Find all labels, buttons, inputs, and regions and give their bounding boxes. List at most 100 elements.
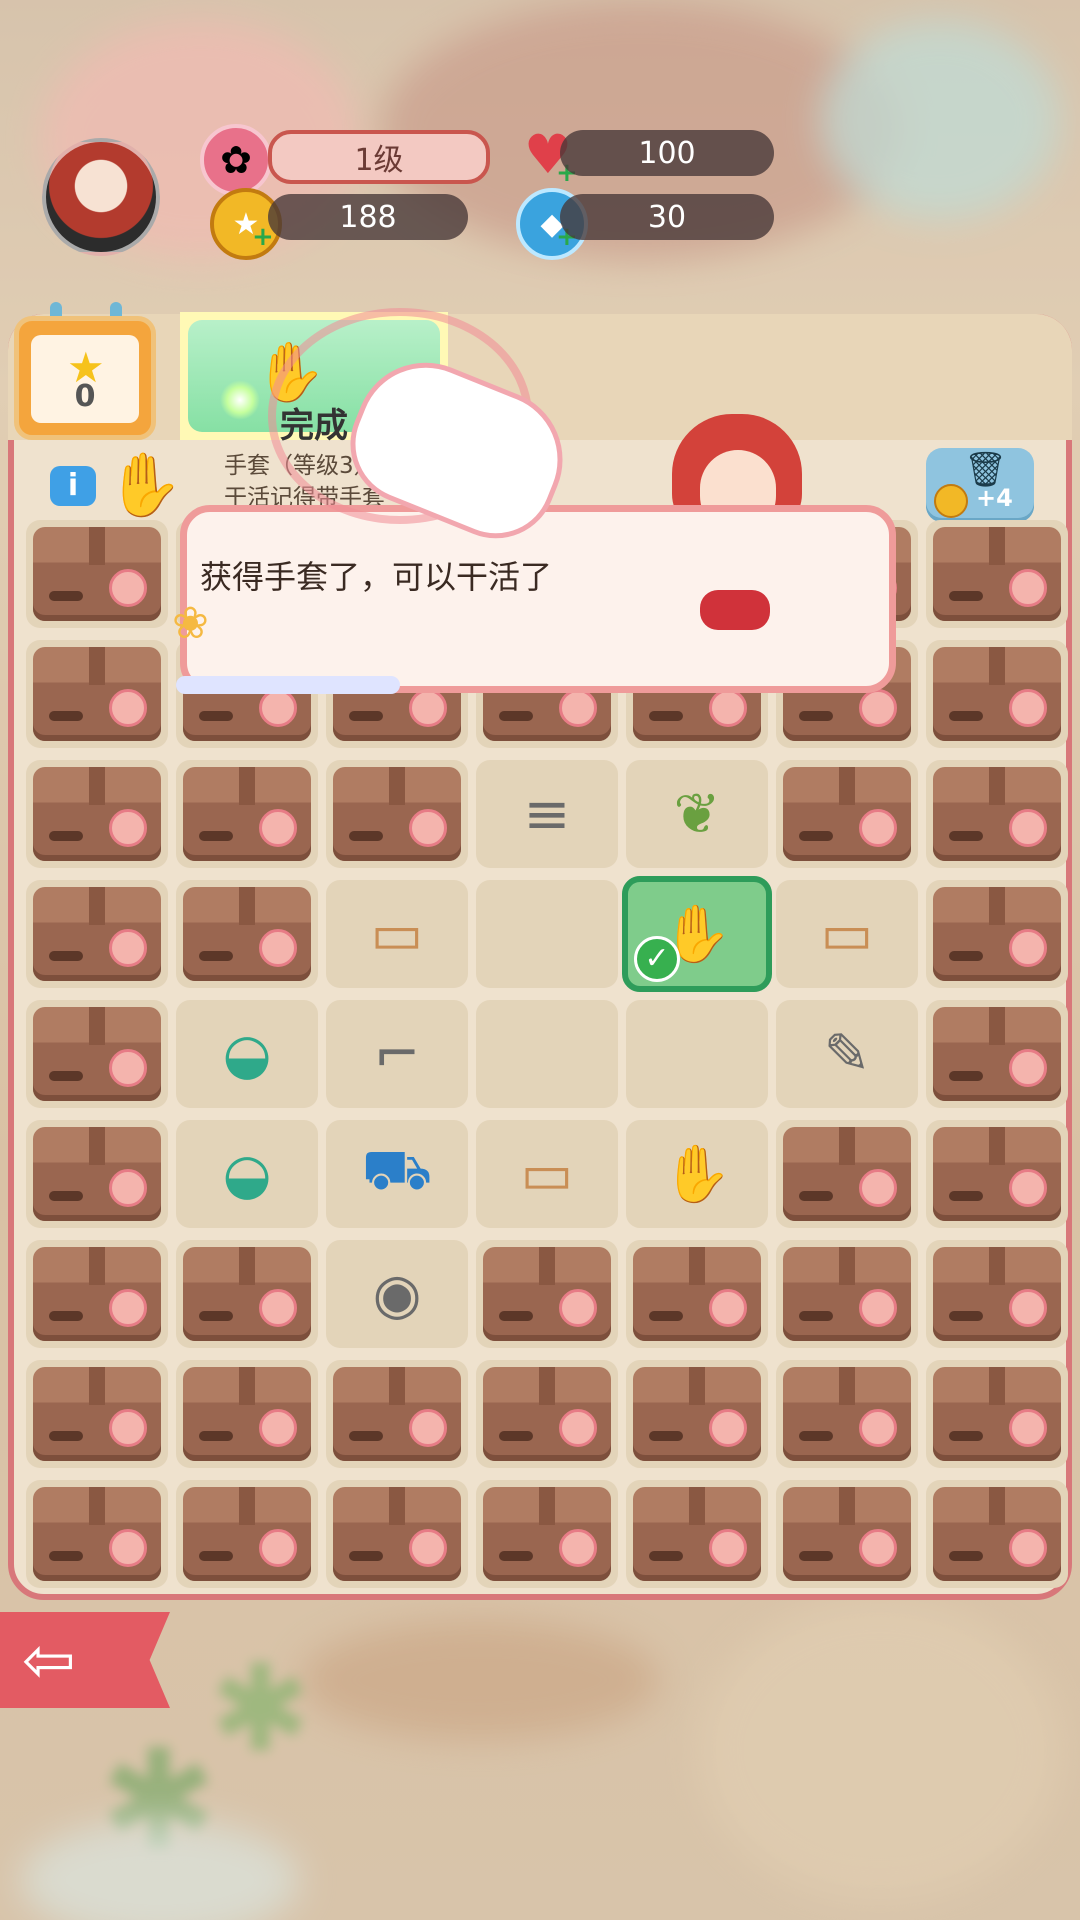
crate-icon	[33, 527, 161, 621]
board-cell[interactable]	[926, 1360, 1068, 1468]
board-cell[interactable]: ◉	[326, 1240, 468, 1348]
board-cell[interactable]: ▭	[326, 880, 468, 988]
crate-icon	[933, 1007, 1061, 1101]
board-cell[interactable]: ◒	[176, 1000, 318, 1108]
crate-icon	[783, 1367, 911, 1461]
board-cell[interactable]	[626, 1240, 768, 1348]
board-cell[interactable]	[176, 760, 318, 868]
hand-truck-icon: ⛟	[361, 1138, 433, 1203]
crate-icon	[183, 1367, 311, 1461]
crate-icon	[633, 1367, 761, 1461]
crate-icon	[483, 1247, 611, 1341]
board-cell[interactable]: ❦	[626, 760, 768, 868]
board-cell[interactable]	[926, 520, 1068, 628]
left-arrow-icon: ⇦	[22, 1624, 76, 1698]
crate-icon	[333, 1367, 461, 1461]
board-cell[interactable]: ⌐	[326, 1000, 468, 1108]
pipes-icon: ≡	[523, 781, 571, 847]
crate-icon	[183, 887, 311, 981]
info-icon[interactable]: i	[50, 466, 96, 506]
board-cell[interactable]	[626, 1000, 768, 1108]
crate-icon	[33, 767, 161, 861]
board-cell[interactable]	[326, 1360, 468, 1468]
board-cell[interactable]	[26, 880, 168, 988]
board-cell[interactable]	[476, 1480, 618, 1588]
calendar-count: 0	[74, 379, 96, 414]
seed-pouch-icon: ◉	[372, 1261, 422, 1327]
board-cell[interactable]	[326, 760, 468, 868]
board-cell[interactable]	[926, 640, 1068, 748]
board-cell[interactable]	[926, 1120, 1068, 1228]
board-cell[interactable]	[26, 1000, 168, 1108]
board-cell[interactable]	[26, 1360, 168, 1468]
crate-icon	[933, 527, 1061, 621]
board-cell[interactable]	[26, 1240, 168, 1348]
hearts-display: 100	[560, 130, 774, 176]
board-cell[interactable]: ✋ ✓	[622, 876, 772, 992]
board-cell[interactable]: ✎	[776, 1000, 918, 1108]
board-cell[interactable]: ≡	[476, 760, 618, 868]
crate-icon	[183, 1247, 311, 1341]
crate-icon	[933, 887, 1061, 981]
crate-icon	[783, 767, 911, 861]
crate-icon	[33, 647, 161, 741]
board-cell[interactable]	[176, 1480, 318, 1588]
crate-icon	[933, 1367, 1061, 1461]
planks-icon: ▭	[820, 901, 874, 967]
crate-icon	[783, 1487, 911, 1581]
crate-icon	[933, 1247, 1061, 1341]
crate-icon	[633, 1247, 761, 1341]
crate-icon	[33, 1487, 161, 1581]
board-cell[interactable]	[176, 1360, 318, 1468]
daily-calendar-button[interactable]: ★ 0	[14, 316, 156, 440]
board-cell[interactable]	[926, 1000, 1068, 1108]
board-cell[interactable]	[476, 1000, 618, 1108]
crate-icon	[183, 1487, 311, 1581]
coins-display: 188	[268, 194, 468, 240]
crate-icon	[483, 1487, 611, 1581]
board-cell[interactable]	[926, 1240, 1068, 1348]
board-cell[interactable]	[776, 1360, 918, 1468]
tutorial-dialog[interactable]	[180, 505, 896, 693]
board-cell[interactable]: ▭	[776, 880, 918, 988]
board-cell[interactable]	[776, 1240, 918, 1348]
board-cell[interactable]	[926, 760, 1068, 868]
glove-icon: ✋	[106, 448, 184, 521]
board-cell[interactable]	[26, 520, 168, 628]
sickle-icon: ⌐	[373, 1021, 421, 1087]
check-icon: ✓	[634, 936, 680, 982]
crate-icon	[33, 1007, 161, 1101]
board-cell[interactable]	[26, 1120, 168, 1228]
ribbon-decoration	[176, 676, 400, 694]
board-cell[interactable]	[26, 1480, 168, 1588]
board-cell[interactable]	[326, 1480, 468, 1588]
board-cell[interactable]	[176, 1240, 318, 1348]
level-display: 1级	[268, 130, 490, 184]
board-cell[interactable]	[476, 880, 618, 988]
board-cell[interactable]	[776, 1480, 918, 1588]
board-cell[interactable]	[26, 760, 168, 868]
crate-icon	[933, 1127, 1061, 1221]
character-bow	[700, 590, 770, 630]
crate-icon	[633, 1487, 761, 1581]
board-cell[interactable]	[176, 880, 318, 988]
board-cell[interactable]	[26, 640, 168, 748]
crate-icon	[333, 767, 461, 861]
board-cell[interactable]	[626, 1480, 768, 1588]
board-cell[interactable]: ⛟	[326, 1120, 468, 1228]
board-cell[interactable]: ✋	[626, 1120, 768, 1228]
board-cell[interactable]	[626, 1360, 768, 1468]
board-cell[interactable]: ◒	[176, 1120, 318, 1228]
board-cell[interactable]	[926, 1480, 1068, 1588]
board-cell[interactable]	[776, 760, 918, 868]
gems-display: 30	[560, 194, 774, 240]
board-cell[interactable]: ▭	[476, 1120, 618, 1228]
board-cell[interactable]	[476, 1240, 618, 1348]
trash-button[interactable]: 🗑 +4	[926, 448, 1034, 522]
crate-icon	[333, 1487, 461, 1581]
player-avatar[interactable]	[42, 138, 160, 256]
board-cell[interactable]	[776, 1120, 918, 1228]
board-cell[interactable]	[926, 880, 1068, 988]
planks-icon: ▭	[370, 901, 424, 967]
board-cell[interactable]	[476, 1360, 618, 1468]
